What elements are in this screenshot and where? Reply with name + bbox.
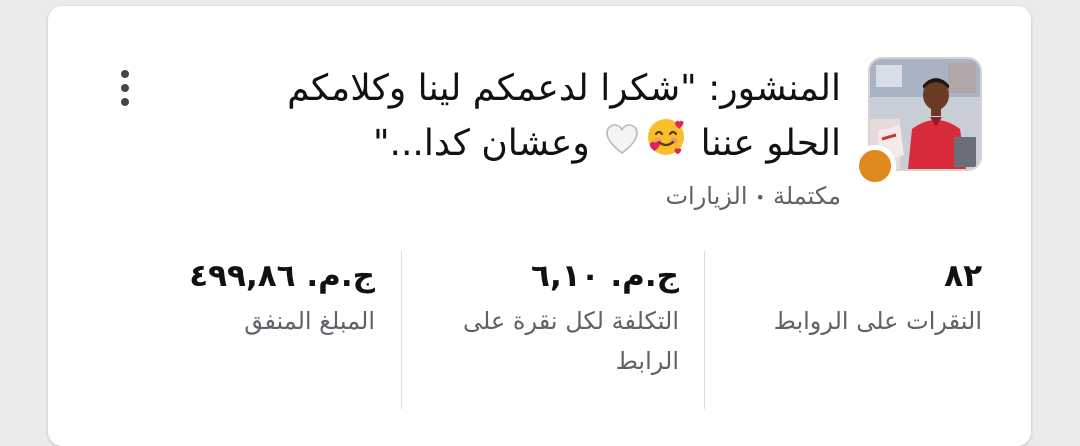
stat-divider xyxy=(401,251,402,409)
objective-label: الزيارات xyxy=(665,182,748,210)
post-caption-line2-end: وعشان كدا..." xyxy=(372,123,590,164)
stat-value: ج.م. ٦,١٠ xyxy=(531,258,679,294)
post-caption-line2-start: الحلو عننا xyxy=(700,123,841,164)
more-options-button[interactable] xyxy=(110,64,140,112)
white-heart-icon xyxy=(604,118,640,173)
stat-divider xyxy=(704,251,705,409)
separator-dot: • xyxy=(755,187,765,207)
stat-label: المبلغ المنفق xyxy=(244,307,375,335)
status-indicator xyxy=(854,145,896,187)
stat-label: النقرات على الروابط xyxy=(773,307,982,335)
stat-link-clicks[interactable]: ٨٢ النقرات على الروابط xyxy=(712,251,982,341)
post-meta: مكتملة • الزيارات xyxy=(665,182,841,210)
stat-label: التكلفة لكل نقرة على الرابط xyxy=(463,307,679,375)
post-caption-line1: المنشور: "شكرا لدعمكم لينا وكلامكم xyxy=(287,68,841,109)
stat-value: ٨٢ xyxy=(944,258,982,294)
status-label: مكتملة xyxy=(772,182,841,210)
stat-cost-per-click[interactable]: ج.م. ٦,١٠ التكلفة لكل نقرة على الرابط xyxy=(409,251,679,381)
stats-row: ٨٢ النقرات على الروابط ج.م. ٦,١٠ التكلفة… xyxy=(48,251,1031,411)
ad-summary-card[interactable]: المنشور: "شكرا لدعمكم لينا وكلامكم الحلو… xyxy=(48,6,1031,446)
post-caption: المنشور: "شكرا لدعمكم لينا وكلامكم الحلو… xyxy=(201,61,841,173)
smiling-face-with-hearts-icon xyxy=(646,117,686,173)
stat-amount-spent[interactable]: ج.م. ٤٩٩,٨٦ المبلغ المنفق xyxy=(145,251,375,341)
more-vertical-icon xyxy=(121,70,129,106)
stat-value: ج.م. ٤٩٩,٨٦ xyxy=(189,258,375,294)
